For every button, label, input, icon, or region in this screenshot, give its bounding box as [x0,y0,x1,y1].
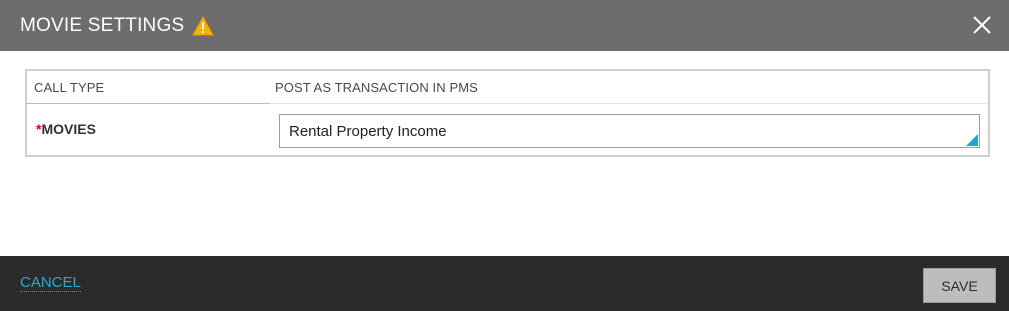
pms-transaction-input[interactable]: Rental Property Income [279,114,980,148]
movie-settings-dialog: MOVIE SETTINGS CALL TYPE POST AS TRANSAC… [0,0,1009,311]
close-icon[interactable] [971,14,993,36]
column-header-call-type: CALL TYPE [34,80,105,95]
resize-handle-icon[interactable] [966,134,978,146]
dialog-footer: CANCEL SAVE [0,256,1009,311]
dialog-header: MOVIE SETTINGS [0,0,1009,51]
save-button[interactable]: SAVE [923,268,996,303]
cancel-link[interactable]: CANCEL [20,275,81,292]
dialog-content: CALL TYPE POST AS TRANSACTION IN PMS *MO… [0,51,1009,256]
settings-table: CALL TYPE POST AS TRANSACTION IN PMS *MO… [25,69,990,157]
header-divider [27,103,270,104]
dialog-title: MOVIE SETTINGS [20,14,185,36]
call-type-label-movies: *MOVIES [36,121,96,137]
pms-transaction-value: Rental Property Income [289,122,447,140]
warning-icon [192,15,215,36]
row-divider [270,103,988,104]
call-type-label-text: MOVIES [41,121,96,137]
column-header-post-as-transaction: POST AS TRANSACTION IN PMS [275,80,478,95]
